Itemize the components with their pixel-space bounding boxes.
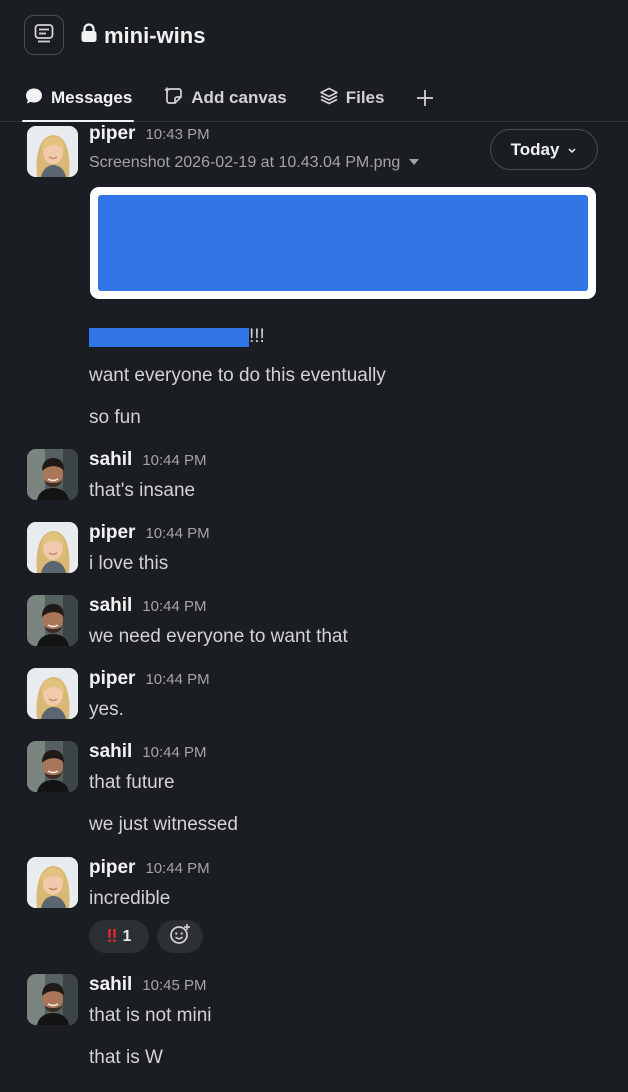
add-reaction-button[interactable] <box>157 920 203 953</box>
channel-name: mini-wins <box>104 23 206 48</box>
image-attachment[interactable] <box>90 187 596 299</box>
message-header: piper 10:44 PM <box>89 668 210 690</box>
message-text: that future <box>89 772 175 793</box>
timestamp[interactable]: 10:45 PM <box>142 977 206 994</box>
message-header: sahil 10:44 PM <box>89 449 207 471</box>
menu-icon <box>33 22 55 49</box>
reaction-bar: !! 1 <box>89 920 203 953</box>
tab-messages[interactable]: Messages <box>22 74 135 122</box>
avatar[interactable] <box>27 126 78 177</box>
add-emoji-icon <box>168 922 192 951</box>
channel-tabs: Messages Add canvas Files <box>22 74 436 122</box>
message-header: sahil 10:44 PM <box>89 595 207 617</box>
tab-messages-label: Messages <box>51 88 133 107</box>
message-header: piper 10:44 PM <box>89 522 210 544</box>
author-name[interactable]: sahil <box>89 741 132 763</box>
avatar[interactable] <box>27 595 78 646</box>
sidebar-toggle-button[interactable] <box>24 15 64 55</box>
add-tab-button[interactable] <box>414 74 436 122</box>
attachment-name[interactable]: Screenshot 2026-02-19 at 10.43.04 PM.png <box>89 154 420 172</box>
tab-files[interactable]: Files <box>317 74 387 122</box>
chevron-down-icon <box>567 140 577 160</box>
message-text: that is W <box>89 1047 163 1068</box>
message-header: piper 10:43 PM <box>89 123 210 145</box>
avatar[interactable] <box>27 522 78 573</box>
avatar-image-sahil <box>27 449 78 500</box>
author-name[interactable]: piper <box>89 668 135 690</box>
attachment-filename: Screenshot 2026-02-19 at 10.43.04 PM.png <box>89 154 401 171</box>
message-feed: piper 10:43 PM Screenshot 2026-02-19 at … <box>0 123 628 1092</box>
message-text: !!! <box>89 325 265 349</box>
message-header: sahil 10:45 PM <box>89 974 207 996</box>
date-divider-button[interactable]: Today <box>490 129 598 170</box>
reaction-count: 1 <box>122 927 132 945</box>
chat-bubble-icon <box>24 86 44 111</box>
channel-header: mini-wins Messages Add canvas Files <box>0 0 628 122</box>
double-exclamation-icon: !! <box>106 926 118 946</box>
avatar[interactable] <box>27 449 78 500</box>
date-label: Today <box>510 139 560 159</box>
timestamp[interactable]: 10:43 PM <box>145 126 209 143</box>
message-text: yes. <box>89 699 124 720</box>
avatar-image-piper <box>27 522 78 573</box>
author-name[interactable]: sahil <box>89 974 132 996</box>
lock-icon <box>80 23 98 49</box>
message-text: that is not mini <box>89 1005 212 1026</box>
avatar[interactable] <box>27 857 78 908</box>
plus-icon <box>416 83 434 114</box>
avatar-image-sahil <box>27 595 78 646</box>
avatar[interactable] <box>27 668 78 719</box>
avatar-image-piper <box>27 126 78 177</box>
redacted-image <box>98 195 588 291</box>
author-name[interactable]: sahil <box>89 595 132 617</box>
tab-add-canvas-label: Add canvas <box>191 88 287 107</box>
tab-files-label: Files <box>345 88 385 107</box>
avatar-image-piper <box>27 668 78 719</box>
layers-icon <box>319 86 339 111</box>
message-text: we just witnessed <box>89 814 238 835</box>
avatar-image-piper <box>27 857 78 908</box>
avatar[interactable] <box>27 741 78 792</box>
message-text: i love this <box>89 553 169 574</box>
redaction-bar <box>89 327 249 347</box>
message-text: that's insane <box>89 480 196 501</box>
tab-add-canvas[interactable]: Add canvas <box>162 74 288 122</box>
caret-down-icon <box>408 154 420 172</box>
avatar[interactable] <box>27 974 78 1025</box>
avatar-image-sahil <box>27 741 78 792</box>
timestamp[interactable]: 10:44 PM <box>142 744 206 761</box>
timestamp[interactable]: 10:44 PM <box>142 598 206 615</box>
reaction-double-exclamation[interactable]: !! 1 <box>89 920 149 953</box>
message-header: piper 10:44 PM <box>89 857 210 879</box>
timestamp[interactable]: 10:44 PM <box>145 860 209 877</box>
message-text-suffix: !!! <box>249 326 265 347</box>
canvas-icon <box>164 86 184 111</box>
avatar-image-sahil <box>27 974 78 1025</box>
message-header: sahil 10:44 PM <box>89 741 207 763</box>
author-name[interactable]: piper <box>89 522 135 544</box>
timestamp[interactable]: 10:44 PM <box>145 525 209 542</box>
author-name[interactable]: sahil <box>89 449 132 471</box>
author-name[interactable]: piper <box>89 123 135 145</box>
message-text: so fun <box>89 407 141 428</box>
channel-title[interactable]: mini-wins <box>80 20 205 52</box>
message-text: incredible <box>89 888 171 909</box>
message-text: want everyone to do this eventually <box>89 365 386 386</box>
author-name[interactable]: piper <box>89 857 135 879</box>
timestamp[interactable]: 10:44 PM <box>145 671 209 688</box>
message-text: we need everyone to want that <box>89 626 348 647</box>
timestamp[interactable]: 10:44 PM <box>142 452 206 469</box>
